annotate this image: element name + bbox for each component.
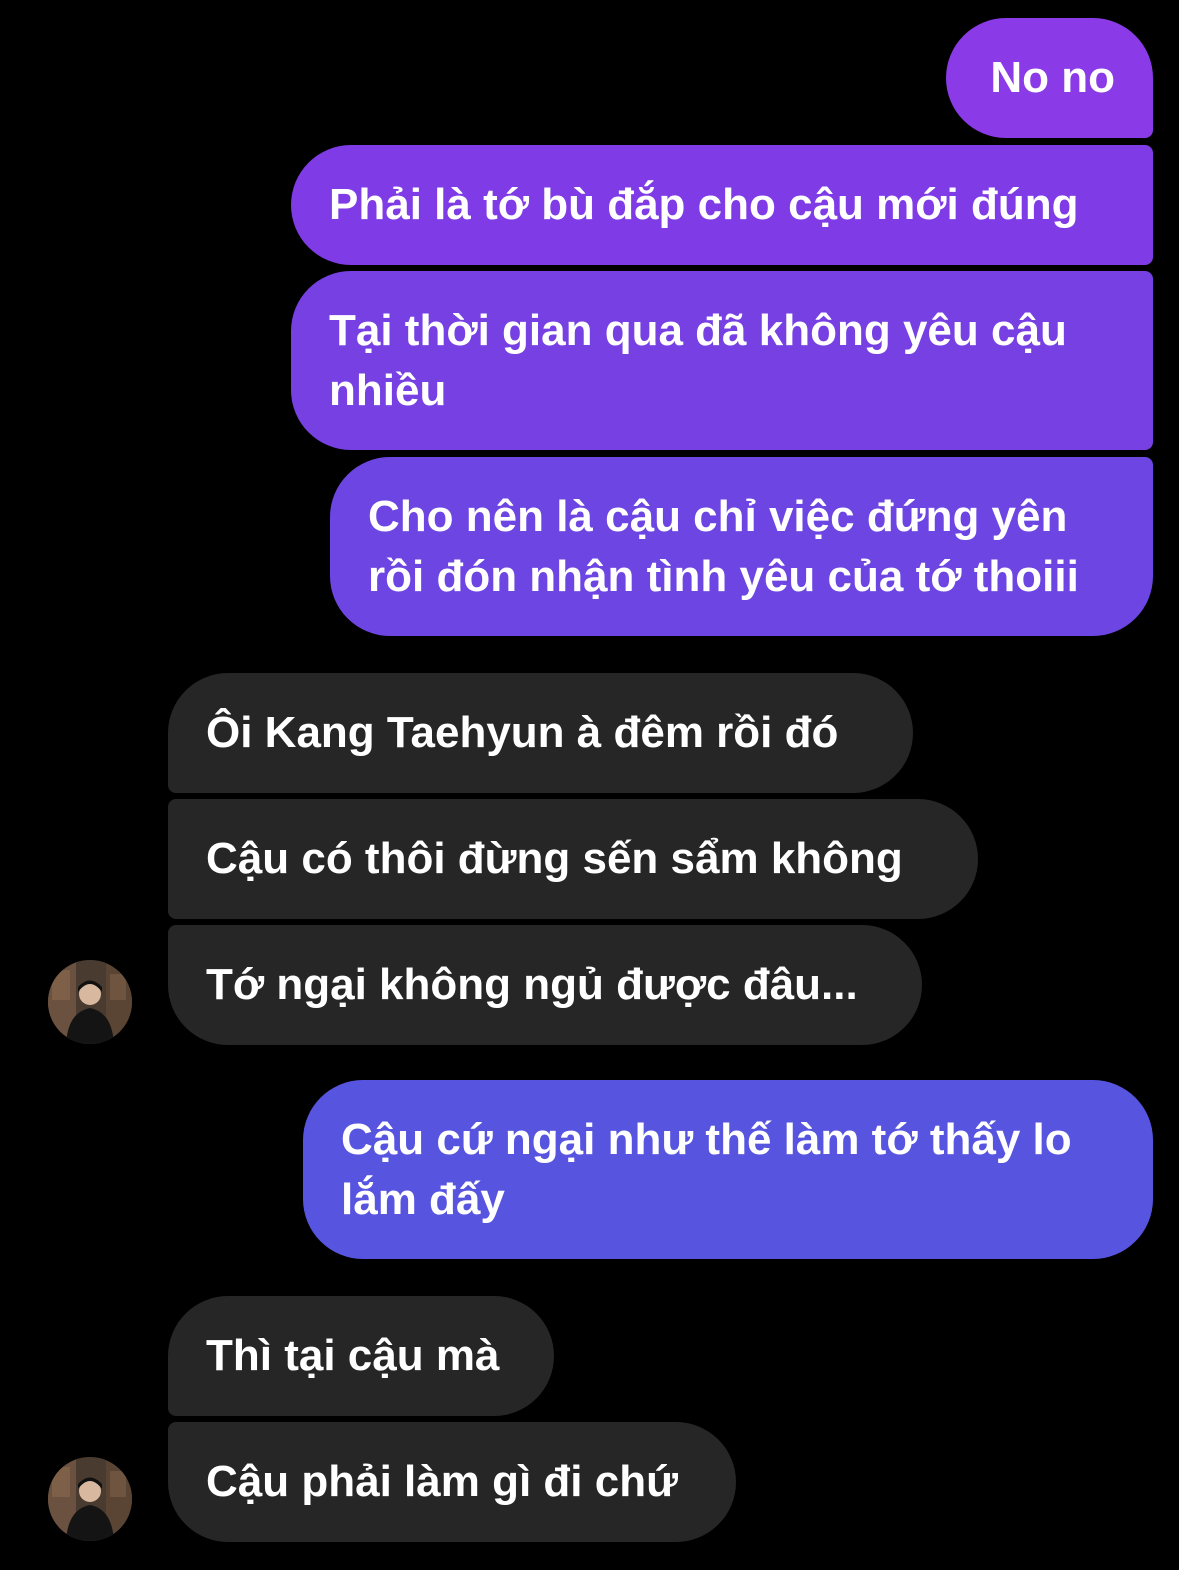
message-text: Cậu phải làm gì đi chứ — [206, 1457, 678, 1506]
contact-avatar-icon[interactable] — [48, 960, 132, 1044]
outgoing-message-bubble[interactable]: Phải là tớ bù đắp cho cậu mới đúng — [291, 145, 1153, 265]
message-text: Tớ ngại không ngủ được đâu... — [206, 960, 858, 1009]
message-text: No no — [990, 53, 1115, 102]
message-text: Cậu cứ ngại như thế làm tớ thấy lo lắm đ… — [341, 1114, 1072, 1224]
message-text: Cậu có thôi đừng sến sẩm không — [206, 834, 903, 883]
outgoing-message-bubble[interactable]: Tại thời gian qua đã không yêu cậu nhiều — [291, 271, 1153, 450]
message-text: Ôi Kang Taehyun à đêm rồi đó — [206, 708, 839, 757]
incoming-message-bubble[interactable]: Cậu phải làm gì đi chứ — [168, 1422, 736, 1542]
incoming-message-bubble[interactable]: Ôi Kang Taehyun à đêm rồi đó — [168, 673, 913, 793]
message-text: Cho nên là cậu chỉ việc đứng yên rồi đón… — [368, 491, 1079, 601]
message-text: Thì tại cậu mà — [206, 1331, 500, 1380]
outgoing-message-bubble[interactable]: Cho nên là cậu chỉ việc đứng yên rồi đón… — [330, 457, 1153, 636]
message-thread: No no Phải là tớ bù đắp cho cậu mới đúng… — [0, 0, 1179, 1570]
incoming-message-bubble[interactable]: Tớ ngại không ngủ được đâu... — [168, 925, 922, 1045]
message-text: Tại thời gian qua đã không yêu cậu nhiều — [329, 305, 1067, 415]
avatar-photo-icon — [48, 1457, 132, 1541]
incoming-message-bubble[interactable]: Cậu có thôi đừng sến sẩm không — [168, 799, 978, 919]
contact-avatar-icon[interactable] — [48, 1457, 132, 1541]
incoming-message-bubble[interactable]: Thì tại cậu mà — [168, 1296, 554, 1416]
avatar-photo-icon — [48, 960, 132, 1044]
outgoing-message-bubble[interactable]: Cậu cứ ngại như thế làm tớ thấy lo lắm đ… — [303, 1080, 1153, 1259]
outgoing-message-bubble[interactable]: No no — [946, 18, 1153, 138]
message-text: Phải là tớ bù đắp cho cậu mới đúng — [329, 180, 1079, 229]
